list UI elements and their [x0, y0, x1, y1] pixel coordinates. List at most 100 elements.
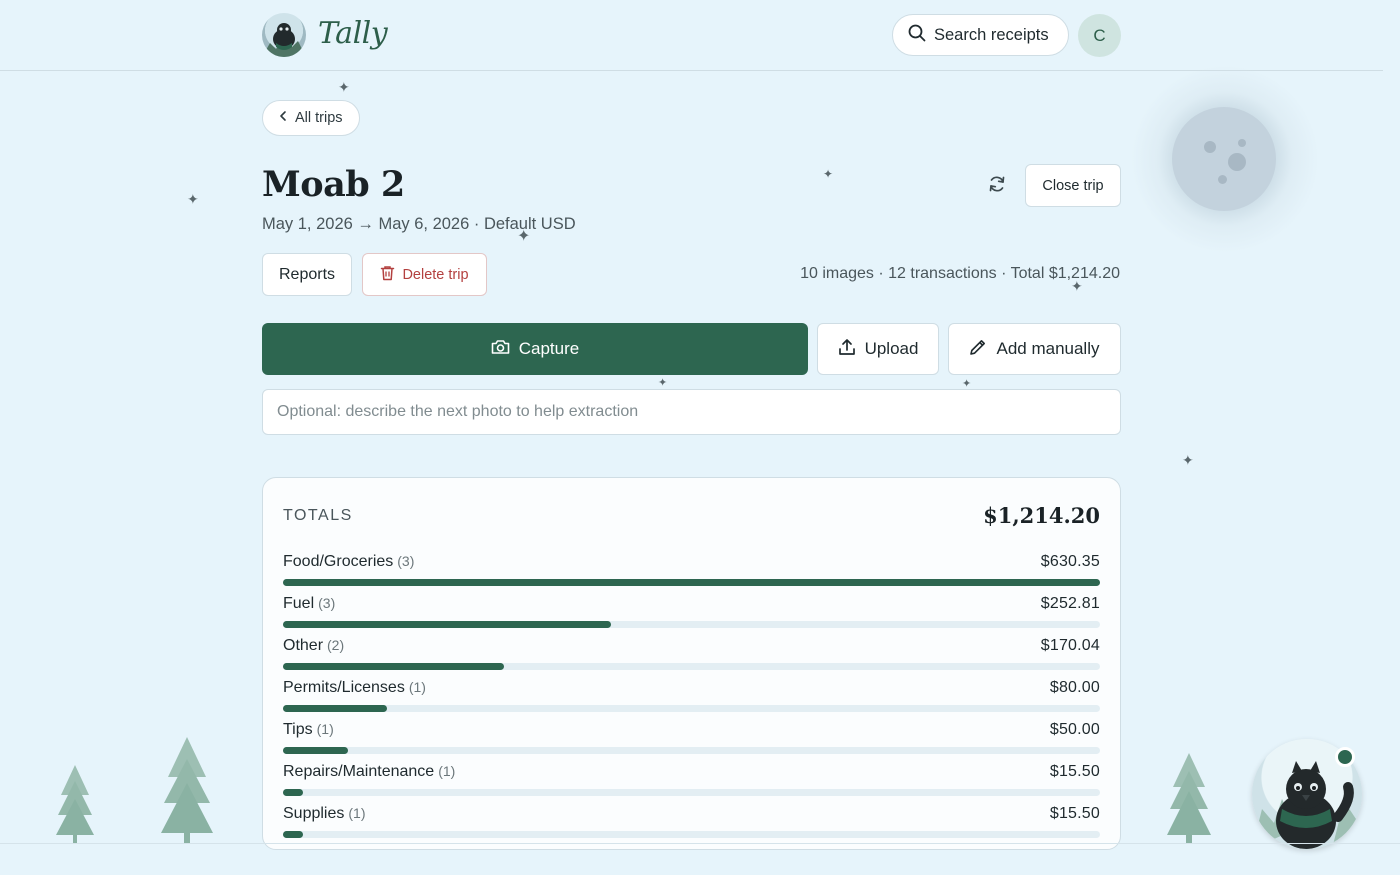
category-name: Tips — [283, 721, 313, 738]
delete-trip-label: Delete trip — [402, 266, 469, 283]
category-label-group: Food/Groceries (3) — [283, 553, 414, 571]
capture-button[interactable]: Capture — [262, 323, 808, 375]
category-label-group: Supplies (1) — [283, 805, 366, 823]
sparkle-icon: ✦ — [187, 191, 199, 207]
category-count: (3) — [318, 595, 336, 611]
pencil-icon — [969, 338, 987, 361]
category-count: (1) — [348, 805, 366, 821]
category-amount: $630.35 — [1040, 553, 1100, 570]
category-header: Repairs/Maintenance (1) $15.50 — [283, 761, 1100, 789]
category-row: Food/Groceries (3) $630.35 — [283, 551, 1100, 593]
category-header: Food/Groceries (3) $630.35 — [283, 551, 1100, 579]
category-bar-track — [283, 747, 1100, 754]
category-label-group: Permits/Licenses (1) — [283, 679, 426, 697]
bottom-divider — [0, 843, 1400, 844]
category-amount: $170.04 — [1040, 637, 1100, 654]
category-count: (1) — [408, 679, 426, 695]
category-header: Tips (1) $50.00 — [283, 719, 1100, 747]
trash-icon — [380, 265, 395, 285]
moon-decoration — [1172, 107, 1276, 211]
category-bar-track — [283, 789, 1100, 796]
trip-dates-currency: May 1, 2026 → May 6, 2026 · Default USD — [262, 215, 576, 233]
category-header: Fuel (3) $252.81 — [283, 593, 1100, 621]
category-row: Fuel (3) $252.81 — [283, 593, 1100, 635]
online-status-dot — [1335, 747, 1355, 767]
category-label-group: Other (2) — [283, 637, 344, 655]
category-label-group: Tips (1) — [283, 721, 334, 739]
category-bar-fill — [283, 579, 1100, 586]
category-header: Supplies (1) $15.50 — [283, 803, 1100, 831]
all-trips-button[interactable]: All trips — [262, 100, 360, 136]
category-amount: $50.00 — [1049, 721, 1100, 738]
close-trip-button[interactable]: Close trip — [1025, 164, 1121, 207]
totals-header: TOTALS $1,214.20 — [283, 478, 1100, 551]
upload-label: Upload — [864, 339, 919, 358]
category-name: Permits/Licenses — [283, 679, 405, 696]
sparkle-icon: ✦ — [658, 377, 668, 389]
category-bar-track — [283, 705, 1100, 712]
category-label-group: Fuel (3) — [283, 595, 335, 613]
logo-mascot-icon[interactable] — [262, 13, 306, 57]
sparkle-icon: ✦ — [1182, 452, 1194, 468]
pine-tree-icon — [56, 765, 94, 843]
category-count: (3) — [397, 553, 415, 569]
category-count: (2) — [327, 637, 345, 653]
chevron-left-icon — [277, 110, 289, 126]
refresh-button[interactable] — [983, 172, 1011, 200]
search-receipts-button[interactable]: Search receipts — [892, 14, 1069, 56]
pine-tree-icon — [1167, 753, 1211, 843]
category-bar-fill — [283, 747, 348, 754]
photo-description-input[interactable] — [262, 389, 1121, 435]
capture-label: Capture — [518, 339, 580, 358]
add-manually-label: Add manually — [996, 339, 1100, 358]
category-bar-fill — [283, 789, 304, 796]
delete-trip-button[interactable]: Delete trip — [362, 253, 487, 296]
search-icon — [908, 24, 926, 47]
category-header: Permits/Licenses (1) $80.00 — [283, 677, 1100, 705]
add-manually-button[interactable]: Add manually — [948, 323, 1121, 375]
category-amount: $252.81 — [1040, 595, 1100, 612]
category-count: (1) — [438, 763, 456, 779]
totals-card: TOTALS $1,214.20 Food/Groceries (3) $630.3… — [262, 477, 1121, 850]
category-amount: $80.00 — [1049, 679, 1100, 696]
category-row: Supplies (1) $15.50 — [283, 803, 1100, 845]
category-name: Supplies — [283, 805, 345, 822]
totals-amount: $1,214.20 — [983, 503, 1100, 528]
category-row: Other (2) $170.04 — [283, 635, 1100, 677]
category-bar-track — [283, 831, 1100, 838]
refresh-icon — [987, 174, 1007, 199]
category-bar-fill — [283, 621, 611, 628]
trip-summary: 10 images · 12 transactions · Total $1,2… — [800, 265, 1120, 282]
reports-button[interactable]: Reports — [262, 253, 352, 296]
category-bar-fill — [283, 831, 304, 838]
all-trips-label: All trips — [295, 110, 343, 126]
search-receipts-label: Search receipts — [934, 25, 1049, 44]
camera-icon — [491, 339, 510, 360]
category-bar-track — [283, 579, 1100, 586]
brand-name[interactable]: Tally — [318, 16, 388, 51]
upload-icon — [838, 338, 856, 361]
category-label-group: Repairs/Maintenance (1) — [283, 763, 455, 781]
category-name: Repairs/Maintenance — [283, 763, 435, 780]
category-bar-track — [283, 663, 1100, 670]
top-bar: Tally Search receipts C — [0, 0, 1383, 71]
sparkle-icon: ✦ — [823, 167, 834, 181]
category-bar-fill — [283, 663, 504, 670]
category-bar-track — [283, 621, 1100, 628]
category-name: Food/Groceries — [283, 553, 394, 570]
user-avatar[interactable]: C — [1078, 14, 1121, 57]
category-list: Food/Groceries (3) $630.35 Fuel (3) $252.81 Ot… — [283, 551, 1100, 845]
upload-button[interactable]: Upload — [817, 323, 939, 375]
page-title: Moab 2 — [262, 164, 405, 205]
sparkle-icon: ✦ — [338, 79, 350, 95]
category-header: Other (2) $170.04 — [283, 635, 1100, 663]
pine-tree-icon — [161, 737, 213, 843]
category-name: Other — [283, 637, 324, 654]
category-amount: $15.50 — [1049, 763, 1100, 780]
totals-label: TOTALS — [283, 506, 353, 524]
category-row: Permits/Licenses (1) $80.00 — [283, 677, 1100, 719]
category-bar-fill — [283, 705, 387, 712]
category-row: Repairs/Maintenance (1) $15.50 — [283, 761, 1100, 803]
category-count: (1) — [316, 721, 334, 737]
category-row: Tips (1) $50.00 — [283, 719, 1100, 761]
